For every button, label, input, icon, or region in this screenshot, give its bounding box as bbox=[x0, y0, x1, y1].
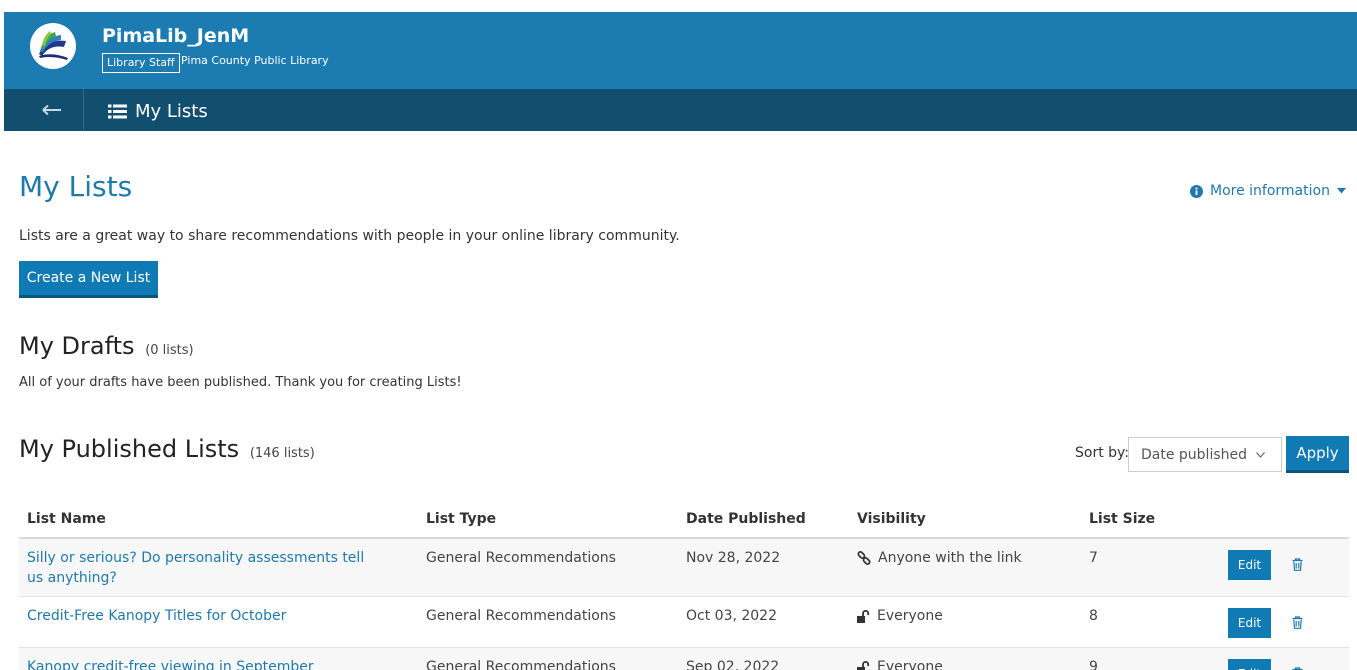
intro-text: Lists are a great way to share recommend… bbox=[19, 228, 680, 244]
list-type: General Recommendations bbox=[426, 608, 616, 624]
drafts-title: My Drafts bbox=[19, 332, 135, 360]
visibility: Everyone bbox=[857, 606, 943, 626]
list-name-link[interactable]: Credit-Free Kanopy Titles for October bbox=[27, 606, 372, 626]
page-nav-bar: My Lists bbox=[4, 89, 1357, 131]
user-name: PimaLib_JenM bbox=[102, 25, 250, 47]
trash-icon[interactable] bbox=[1292, 558, 1303, 571]
table-header: List Name List Type Date Published Visib… bbox=[19, 501, 1349, 539]
list-icon bbox=[108, 104, 127, 118]
nav-title: My Lists bbox=[108, 100, 208, 122]
sort-select-value: Date published bbox=[1141, 446, 1248, 463]
nav-title-label: My Lists bbox=[135, 100, 208, 122]
drafts-heading: My Drafts (0 lists) bbox=[19, 332, 194, 360]
library-logo-icon[interactable] bbox=[30, 23, 76, 69]
site-header: PimaLib_JenM Library Staff Pima County P… bbox=[4, 12, 1357, 89]
date-published: Nov 28, 2022 bbox=[686, 550, 781, 566]
chevron-down-icon bbox=[1256, 451, 1265, 458]
page-title: My Lists bbox=[19, 170, 133, 203]
list-name-link[interactable]: Kanopy credit-free viewing in September bbox=[27, 657, 372, 670]
visibility-label: Everyone bbox=[877, 608, 943, 624]
table-row: Kanopy credit-free viewing in September … bbox=[19, 648, 1349, 670]
apply-button[interactable]: Apply bbox=[1286, 436, 1349, 473]
published-count: (146 lists) bbox=[249, 446, 315, 461]
list-size: 7 bbox=[1089, 550, 1098, 566]
drafts-count: (0 lists) bbox=[145, 343, 194, 358]
arrow-left-icon bbox=[42, 104, 61, 116]
column-header-list-name: List Name bbox=[27, 511, 106, 527]
create-new-list-button[interactable]: Create a New List bbox=[19, 261, 158, 298]
drafts-message: All of your drafts have been published. … bbox=[19, 375, 462, 390]
list-size: 8 bbox=[1089, 608, 1098, 624]
list-type: General Recommendations bbox=[426, 550, 616, 566]
unlock-icon bbox=[857, 609, 870, 623]
date-published: Oct 03, 2022 bbox=[686, 608, 777, 624]
organization-name: Pima County Public Library bbox=[181, 54, 329, 67]
back-button[interactable] bbox=[4, 89, 84, 131]
visibility-label: Everyone bbox=[877, 659, 943, 670]
sort-label: Sort by: bbox=[1075, 445, 1130, 461]
edit-button[interactable]: Edit bbox=[1228, 608, 1271, 638]
published-lists-table: List Name List Type Date Published Visib… bbox=[19, 501, 1349, 670]
published-title: My Published Lists bbox=[19, 435, 240, 463]
edit-button[interactable]: Edit bbox=[1228, 659, 1271, 670]
published-heading: My Published Lists (146 lists) bbox=[19, 435, 315, 463]
trash-icon[interactable] bbox=[1292, 616, 1303, 629]
link-icon bbox=[857, 551, 871, 565]
date-published: Sep 02, 2022 bbox=[686, 659, 780, 670]
sort-select[interactable]: Date published bbox=[1128, 437, 1282, 472]
visibility-label: Anyone with the link bbox=[878, 550, 1022, 566]
visibility: Everyone bbox=[857, 657, 943, 670]
info-icon bbox=[1190, 184, 1203, 198]
list-size: 9 bbox=[1089, 659, 1098, 670]
edit-button[interactable]: Edit bbox=[1228, 550, 1271, 580]
column-header-date-published: Date Published bbox=[686, 511, 806, 527]
table-row: Credit-Free Kanopy Titles for October Ge… bbox=[19, 597, 1349, 648]
column-header-list-size: List Size bbox=[1089, 511, 1156, 527]
unlock-icon bbox=[857, 660, 870, 670]
visibility: Anyone with the link bbox=[857, 548, 1022, 568]
caret-down-icon bbox=[1336, 188, 1346, 194]
more-information-label: More information bbox=[1210, 183, 1330, 199]
list-name-link[interactable]: Silly or serious? Do personality assessm… bbox=[27, 548, 372, 588]
staff-badge: Library Staff bbox=[102, 53, 180, 73]
more-information-toggle[interactable]: More information bbox=[1190, 183, 1346, 199]
column-header-visibility: Visibility bbox=[857, 511, 926, 527]
table-row: Silly or serious? Do personality assessm… bbox=[19, 539, 1349, 597]
column-header-list-type: List Type bbox=[426, 511, 497, 527]
list-type: General Recommendations bbox=[426, 659, 616, 670]
